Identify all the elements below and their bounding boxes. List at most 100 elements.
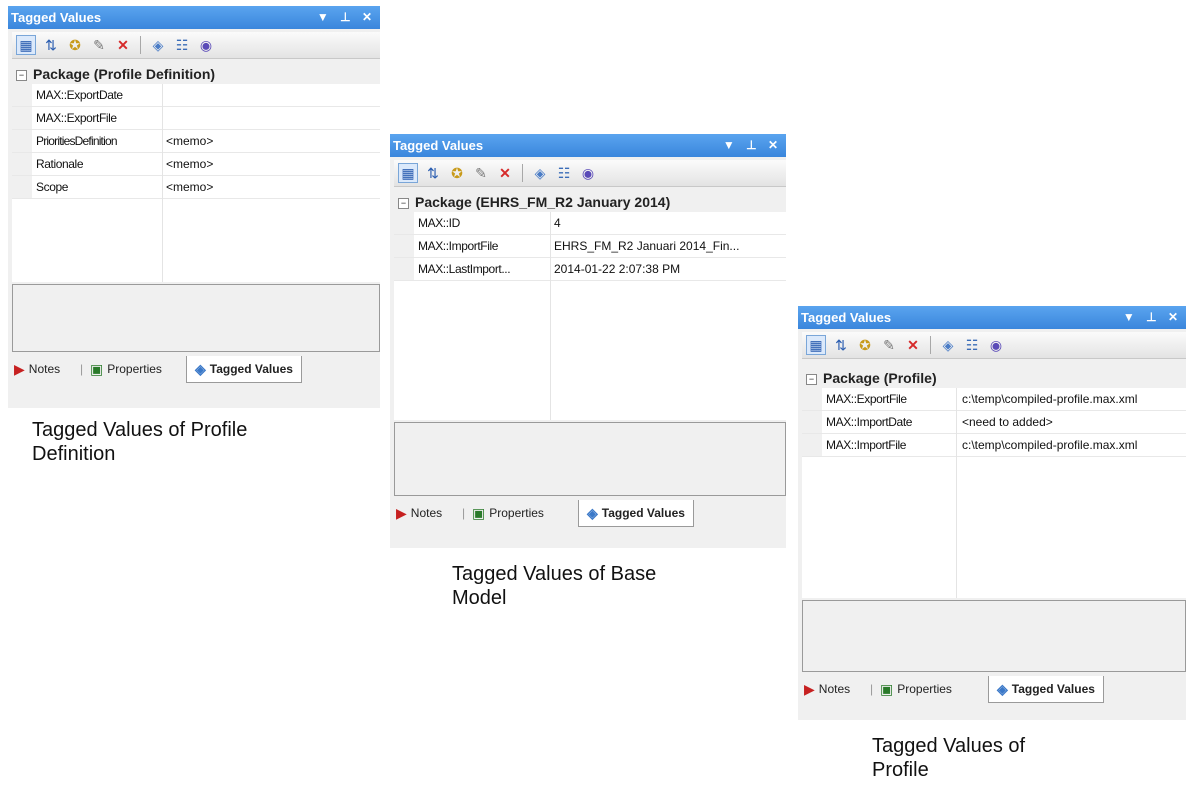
column-divider[interactable] (550, 212, 551, 420)
tag-value[interactable]: <need to added> (962, 411, 1053, 433)
panel-title: Tagged Values (11, 10, 102, 25)
table-row[interactable]: PrioritiesDefinition <memo> (12, 130, 380, 153)
dropdown-icon[interactable]: ▼ (723, 138, 739, 152)
tag-value[interactable]: <memo> (166, 176, 213, 198)
panel-title: Tagged Values (801, 310, 892, 325)
tab-strip: ▶ Notes | ▣ Properties ◈ Tagged Values (8, 356, 380, 384)
inherited-tags-icon[interactable]: ☷ (173, 36, 191, 54)
table-row[interactable]: MAX::ExportDate (12, 84, 380, 107)
description-pane (802, 600, 1186, 672)
help-icon[interactable]: ◉ (987, 336, 1005, 354)
panel-titlebar[interactable]: Tagged Values ▼ ⊥ ✕ (798, 306, 1186, 329)
close-icon[interactable]: ✕ (362, 10, 376, 24)
pin-icon[interactable]: ⊥ (1146, 310, 1160, 324)
table-row[interactable]: MAX::ExportFile c:\temp\compiled-profile.… (802, 388, 1186, 411)
tab-notes[interactable]: ▶ Notes (396, 500, 442, 526)
tag-value[interactable]: c:\temp\compiled-profile.max.xml (962, 434, 1137, 456)
table-row[interactable]: MAX::ImportFile c:\temp\compiled-profile.… (802, 434, 1186, 457)
pin-icon[interactable]: ⊥ (746, 138, 760, 152)
property-grid: − Package (Profile) MAX::ExportFile c:\tem… (802, 368, 1186, 598)
dropdown-icon[interactable]: ▼ (317, 10, 333, 24)
tag-value[interactable]: <memo> (166, 130, 213, 152)
collapse-icon[interactable]: − (806, 374, 817, 385)
tag-icon: ◈ (587, 505, 598, 521)
dropdown-icon[interactable]: ▼ (1123, 310, 1139, 324)
table-row[interactable]: Scope <memo> (12, 176, 380, 199)
categorized-view-icon[interactable]: ▦ (16, 35, 36, 55)
collapse-icon[interactable]: − (16, 70, 27, 81)
table-row[interactable]: MAX::ImportDate <need to added> (802, 411, 1186, 434)
delete-icon[interactable]: ✕ (114, 36, 132, 54)
new-tag-icon[interactable]: ✪ (856, 336, 874, 354)
new-tag-icon[interactable]: ✪ (448, 164, 466, 182)
toolbar: ▦ ⇅ ✪ ✎ ✕ ◈ ☷ ◉ (802, 332, 1186, 359)
table-row[interactable]: Rationale <memo> (12, 153, 380, 176)
tab-properties[interactable]: ▣ Properties (90, 356, 162, 382)
tag-name: MAX::ID (418, 216, 460, 230)
tag-value[interactable]: EHRS_FM_R2 Januari 2014_Fin... (554, 235, 784, 257)
caption-base-model: Tagged Values of Base Model (452, 563, 657, 609)
tab-properties[interactable]: ▣ Properties (472, 500, 544, 526)
tab-notes[interactable]: ▶ Notes (804, 676, 850, 702)
tag-value[interactable]: c:\temp\compiled-profile.max.xml (962, 388, 1137, 410)
tab-tagged-values[interactable]: ◈ Tagged Values (578, 500, 694, 527)
edit-icon[interactable]: ✎ (90, 36, 108, 54)
new-tag-icon[interactable]: ✪ (66, 36, 84, 54)
notes-icon: ▶ (396, 505, 407, 521)
group-header[interactable]: − Package (Profile Definition) (12, 64, 380, 84)
help-icon[interactable]: ◉ (579, 164, 597, 182)
panel-titlebar[interactable]: Tagged Values ▼ ⊥ ✕ (390, 134, 786, 157)
table-row[interactable]: MAX::LastImport... 2014-01-22 2:07:38 PM (394, 258, 786, 281)
window-controls: ▼ ⊥ ✕ (723, 134, 782, 157)
tag-icon: ◈ (997, 681, 1008, 697)
help-icon[interactable]: ◉ (197, 36, 215, 54)
tag-name: MAX::ExportDate (36, 88, 123, 102)
tag-value[interactable]: 4 (554, 212, 561, 234)
column-divider[interactable] (956, 388, 957, 598)
close-icon[interactable]: ✕ (1168, 310, 1182, 324)
tag-icon: ◈ (195, 361, 206, 377)
categorized-view-icon[interactable]: ▦ (398, 163, 418, 183)
sort-alpha-icon[interactable]: ⇅ (42, 36, 60, 54)
tag-name: MAX::ImportFile (826, 438, 907, 452)
group-header[interactable]: − Package (Profile) (802, 368, 1186, 388)
categorized-view-icon[interactable]: ▦ (806, 335, 826, 355)
tab-notes[interactable]: ▶ Notes (14, 356, 60, 382)
panel-titlebar[interactable]: Tagged Values ▼ ⊥ ✕ (8, 6, 380, 29)
group-header[interactable]: − Package (EHRS_FM_R2 January 2014) (394, 192, 786, 212)
tab-tagged-values[interactable]: ◈ Tagged Values (988, 676, 1104, 703)
tag-name: PrioritiesDefinition (36, 134, 117, 148)
notes-icon: ▶ (804, 681, 815, 697)
tab-tagged-values[interactable]: ◈ Tagged Values (186, 356, 302, 383)
edit-icon[interactable]: ✎ (472, 164, 490, 182)
tag-name: Scope (36, 180, 69, 194)
column-divider[interactable] (162, 84, 163, 282)
close-icon[interactable]: ✕ (768, 138, 782, 152)
tag-icon[interactable]: ◈ (939, 336, 957, 354)
delete-icon[interactable]: ✕ (904, 336, 922, 354)
tag-value[interactable]: 2014-01-22 2:07:38 PM (554, 258, 680, 280)
inherited-tags-icon[interactable]: ☷ (963, 336, 981, 354)
tag-name: MAX::ImportDate (826, 415, 913, 429)
properties-icon: ▣ (880, 681, 894, 697)
table-row[interactable]: MAX::ID 4 (394, 212, 786, 235)
inherited-tags-icon[interactable]: ☷ (555, 164, 573, 182)
edit-icon[interactable]: ✎ (880, 336, 898, 354)
sort-alpha-icon[interactable]: ⇅ (424, 164, 442, 182)
tag-value[interactable]: <memo> (166, 153, 213, 175)
tagged-values-panel-3: Tagged Values ▼ ⊥ ✕ ▦ ⇅ ✪ ✎ ✕ ◈ ☷ ◉ − Pac… (798, 306, 1186, 720)
collapse-icon[interactable]: − (398, 198, 409, 209)
tag-icon[interactable]: ◈ (149, 36, 167, 54)
table-row[interactable]: MAX::ExportFile (12, 107, 380, 130)
delete-icon[interactable]: ✕ (496, 164, 514, 182)
toolbar-separator (522, 164, 523, 182)
table-row[interactable]: MAX::ImportFile EHRS_FM_R2 Januari 2014_F… (394, 235, 786, 258)
description-pane (12, 284, 380, 352)
pin-icon[interactable]: ⊥ (340, 10, 354, 24)
tab-properties[interactable]: ▣ Properties (880, 676, 952, 702)
tagged-values-panel-2: Tagged Values ▼ ⊥ ✕ ▦ ⇅ ✪ ✎ ✕ ◈ ☷ ◉ − Pac… (390, 134, 786, 548)
panel-title: Tagged Values (393, 138, 484, 153)
tag-icon[interactable]: ◈ (531, 164, 549, 182)
caption-profile: Tagged Values of Profile (872, 735, 1026, 781)
sort-alpha-icon[interactable]: ⇅ (832, 336, 850, 354)
